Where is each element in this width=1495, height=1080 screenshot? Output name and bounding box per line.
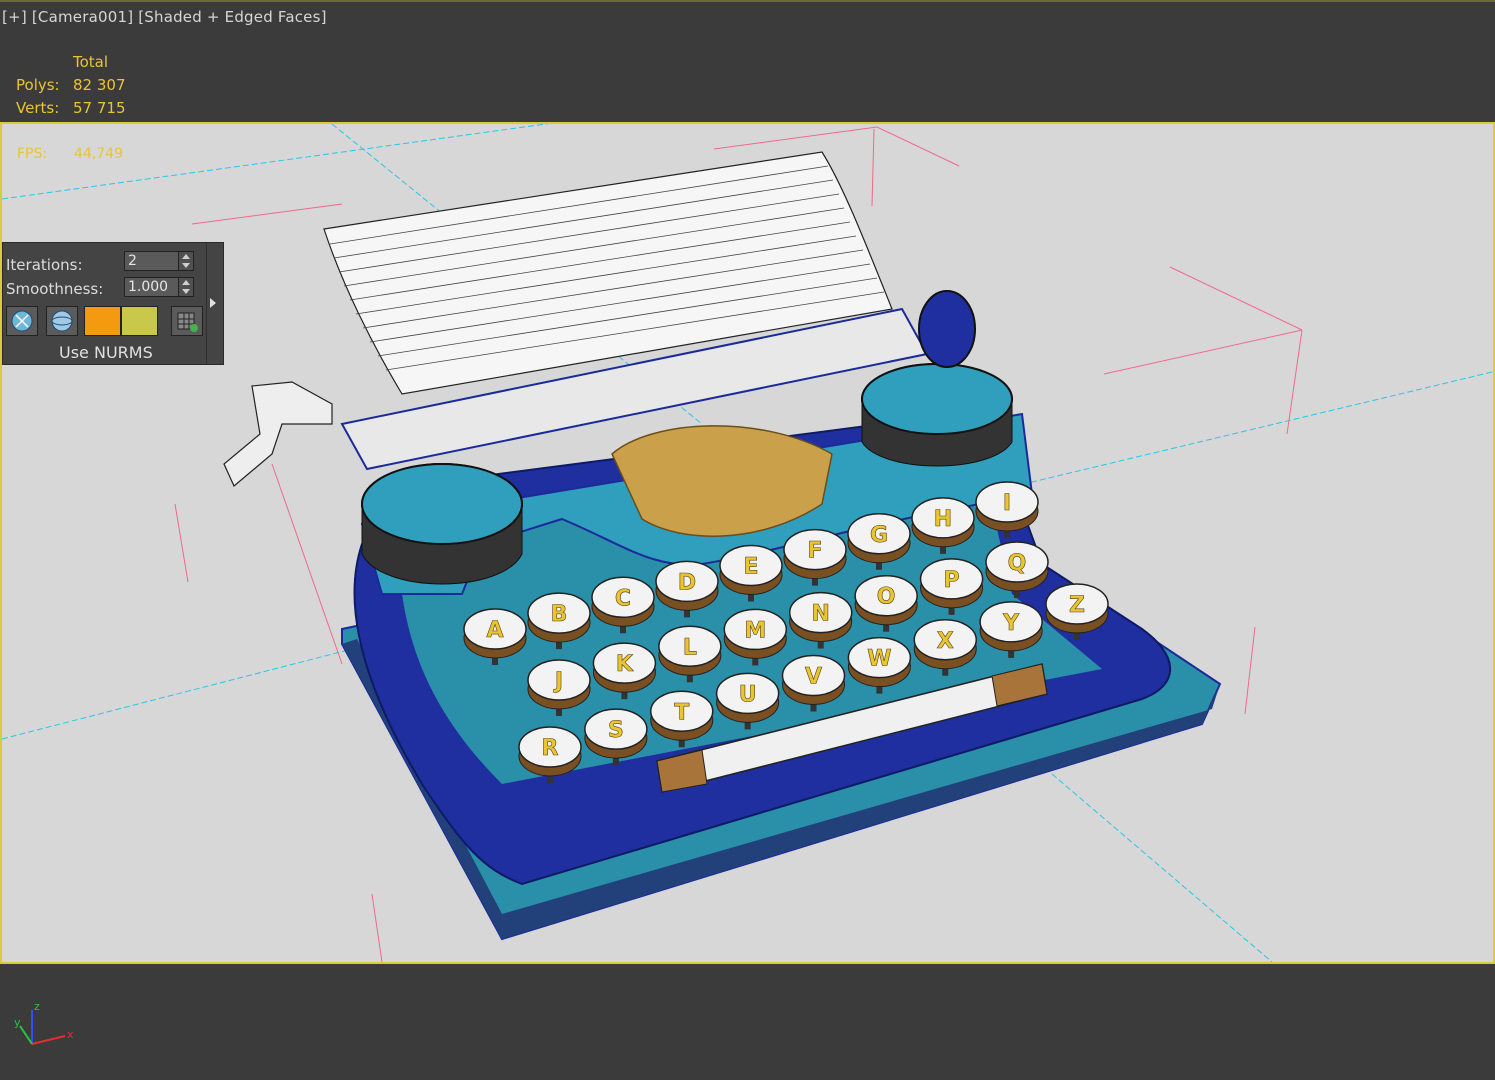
iterations-label: Iterations: — [6, 256, 83, 274]
key-label: P — [944, 568, 960, 593]
nurms-caddy-panel: Iterations: 2 Smoothness: 1.000 Use NURM… — [2, 242, 224, 365]
smoothness-spinner[interactable]: 1.000 — [124, 277, 194, 297]
key-label: V — [805, 665, 822, 690]
isoline-display-button[interactable] — [6, 306, 38, 336]
carriage-lever — [223, 381, 333, 487]
key-label: I — [1003, 491, 1011, 516]
key-label: S — [608, 718, 624, 743]
stats-total-header: Total — [73, 53, 109, 71]
smooth-result-button[interactable] — [46, 306, 78, 336]
verts-value: 57 715 — [73, 99, 126, 117]
viewport-header: [+] [Camera001] [Shaded + Edged Faces] T… — [0, 0, 1495, 122]
fps-value: 44,749 — [74, 146, 123, 162]
key-label: C — [615, 586, 631, 611]
axis-label-x: x — [67, 1028, 74, 1041]
grid-line-pink — [174, 503, 189, 583]
grid-line-pink — [271, 463, 343, 665]
key-label: G — [870, 523, 888, 548]
key-label: D — [678, 570, 696, 595]
grid-line-cyan — [1051, 773, 1273, 962]
smoothness-spinner-arrows[interactable] — [178, 278, 193, 296]
key-label: X — [937, 629, 954, 654]
typewriter-scene[interactable]: A B C D E F G H I J K L M N O P Q R S T U V W X Y Z — [2, 124, 1493, 962]
grid-line-pink — [1244, 626, 1256, 715]
fps-label: FPS: — [17, 146, 48, 162]
panel-divider — [206, 243, 207, 364]
key-label: W — [867, 647, 891, 672]
key-label: F — [807, 539, 822, 564]
key-label: O — [877, 585, 896, 610]
smoothness-value[interactable]: 1.000 — [128, 278, 168, 296]
axis-label-z: z — [34, 1000, 40, 1013]
polys-value: 82 307 — [73, 76, 126, 94]
sphere-icon — [51, 310, 73, 332]
grid-line-pink — [371, 893, 383, 962]
axis-tripod-icon: z x y — [14, 1000, 74, 1045]
platen-knob — [918, 290, 976, 368]
show-cage-button[interactable] — [171, 306, 203, 336]
key-label: Y — [1002, 611, 1020, 636]
cage-icon — [11, 310, 33, 332]
cage-color-swatch-2[interactable] — [121, 306, 158, 336]
grid-line-pink — [1286, 329, 1303, 435]
key-label: T — [674, 700, 689, 725]
grid-line-pink — [713, 126, 878, 150]
key-label: Z — [1069, 593, 1085, 618]
iterations-value[interactable]: 2 — [128, 252, 137, 270]
polys-label: Polys: — [16, 76, 60, 94]
grid-line-cyan — [2, 648, 353, 740]
key-label: B — [551, 602, 568, 627]
iterations-spinner-arrows[interactable] — [178, 252, 193, 270]
bottom-area: z x y — [0, 964, 1495, 1080]
cage-color-swatch-1[interactable] — [84, 306, 121, 336]
grid-line-pink — [876, 126, 960, 167]
viewport-label-menu[interactable]: [+] [Camera001] [Shaded + Edged Faces] — [2, 8, 327, 26]
axis-label-y: y — [14, 1016, 21, 1029]
key-label: L — [683, 635, 697, 660]
cage-mesh-icon — [177, 312, 198, 332]
key-label: U — [739, 682, 757, 707]
iterations-spinner[interactable]: 2 — [124, 251, 194, 271]
key-label: H — [934, 507, 952, 532]
expand-arrow-icon[interactable] — [210, 298, 216, 308]
key-label: N — [812, 602, 830, 627]
key-label: J — [553, 669, 563, 694]
x-axis — [31, 1035, 66, 1045]
grid-line-pink — [871, 128, 875, 207]
grid-line-pink — [191, 203, 343, 225]
verts-label: Verts: — [16, 99, 60, 117]
key-label: K — [616, 652, 634, 677]
key-label: E — [743, 555, 758, 580]
grid-line-pink — [1103, 329, 1303, 375]
use-nurms-toggle[interactable]: Use NURMS — [59, 343, 153, 362]
key-label: R — [542, 736, 559, 761]
key-label: M — [744, 618, 766, 643]
key-label: A — [486, 618, 503, 643]
key-label: Q — [1008, 551, 1027, 576]
grid-line-cyan — [981, 371, 1493, 495]
grid-line-pink — [1169, 266, 1303, 331]
smoothness-label: Smoothness: — [6, 280, 104, 298]
y-axis — [19, 1025, 33, 1045]
camera-viewport[interactable]: A B C D E F G H I J K L M N O P Q R S T U V W X Y Z FPS: 44,749 I… — [0, 122, 1495, 964]
